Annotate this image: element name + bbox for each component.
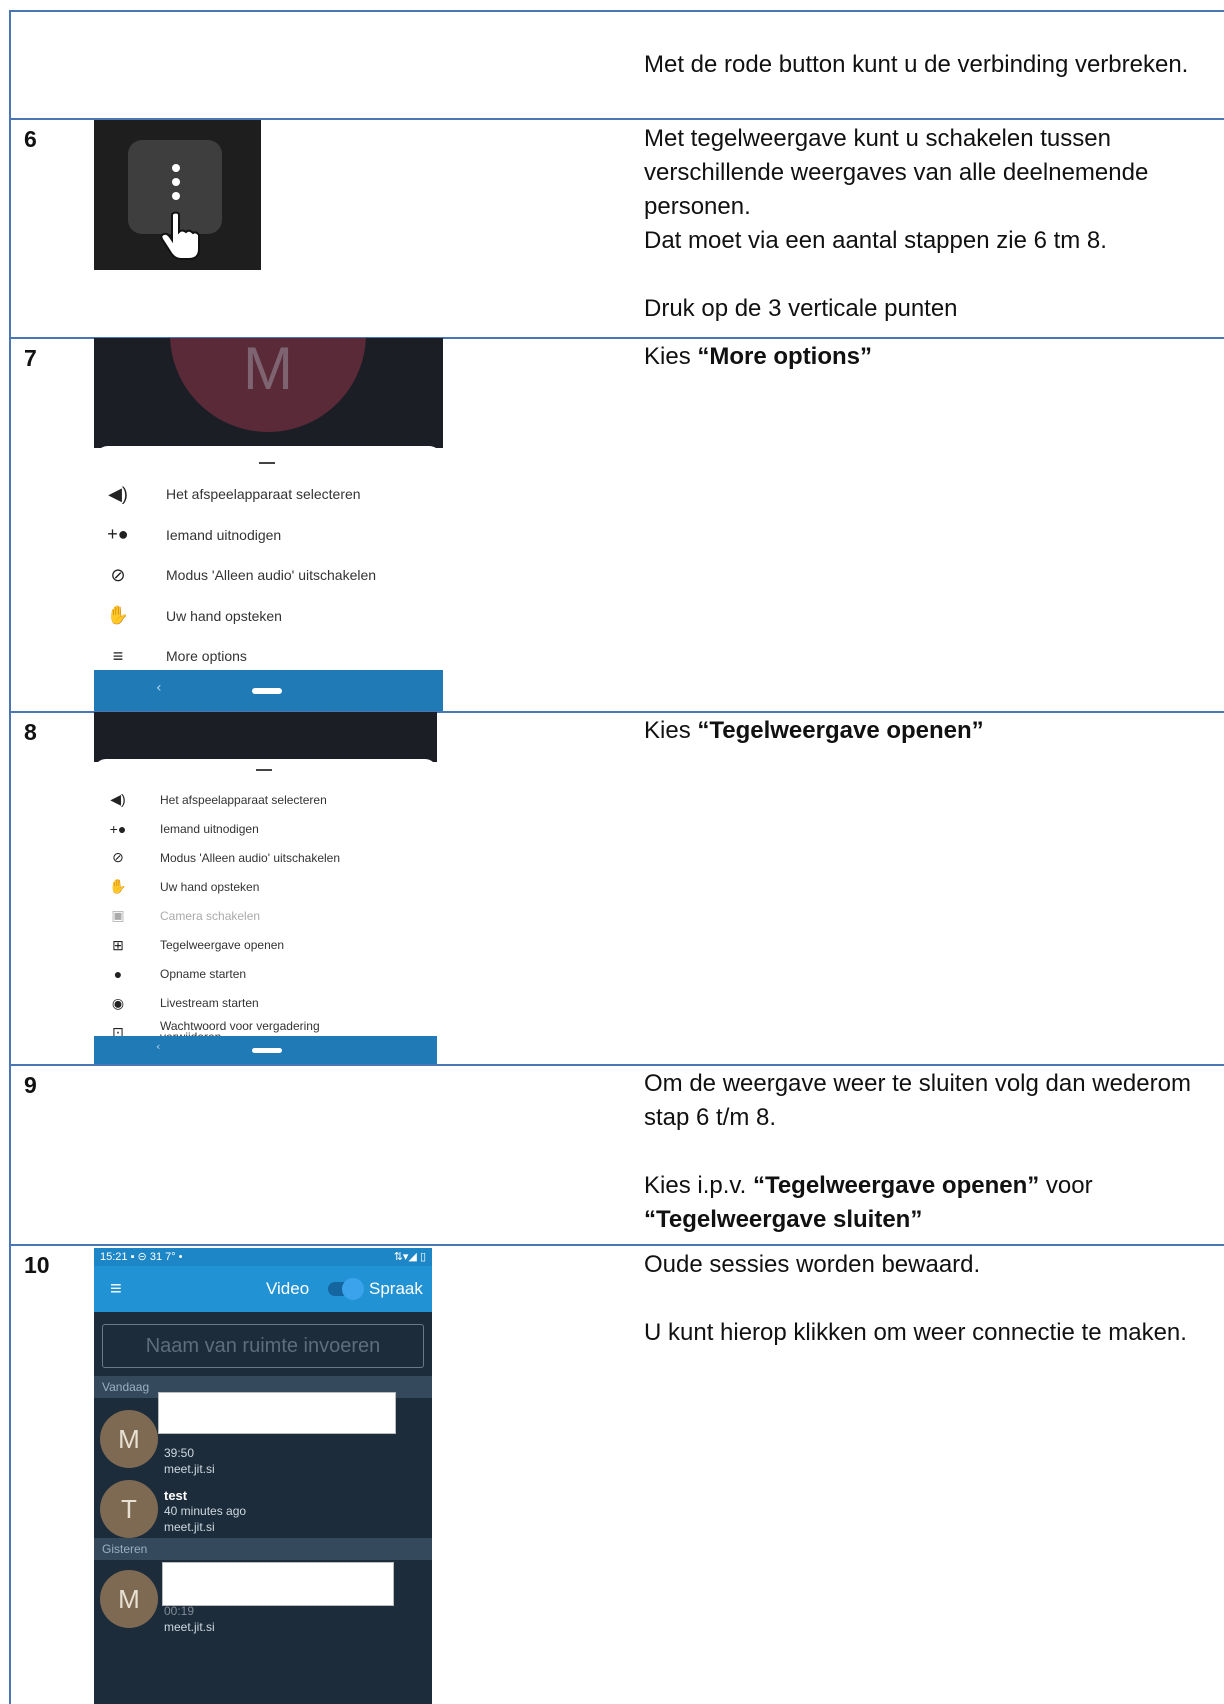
menu-item[interactable]: ◀) Het afspeelapparaat selecteren	[94, 785, 437, 814]
android-nav-bar: ‹	[94, 670, 443, 711]
menu-item[interactable]: ● Opname starten	[94, 960, 437, 989]
video-area	[94, 712, 437, 762]
grid-icon: ⊞	[112, 936, 124, 953]
full-menu-screenshot: ◀) Het afspeelapparaat selecteren +● Ieman…	[94, 712, 437, 1064]
eye-off-icon: ⊘	[112, 849, 124, 866]
session-duration: 00:19	[164, 1604, 195, 1618]
menu-item[interactable]: ◀) Het afspeelapparaat selecteren	[94, 474, 443, 515]
eye-off-icon: ⊘	[110, 564, 126, 585]
section-header-yesterday: Gisteren	[94, 1538, 432, 1560]
session-host: meet.jit.si	[164, 1462, 215, 1476]
redacted-name	[162, 1562, 394, 1606]
menu-item[interactable]: +● Iemand uitnodigen	[94, 814, 437, 843]
avatar[interactable]: T	[100, 1480, 158, 1538]
camera-switch-icon: ▣	[111, 907, 125, 924]
toggle-knob[interactable]	[342, 1278, 364, 1300]
home-pill[interactable]	[252, 688, 282, 694]
dot	[172, 178, 180, 186]
dot	[172, 164, 180, 172]
table-left-border	[9, 10, 11, 1704]
step-number: 8	[24, 719, 37, 745]
bottom-sheet: ◀) Het afspeelapparaat selecteren +● Ieman…	[94, 446, 443, 678]
hamburger-menu-icon[interactable]: ≡	[110, 1278, 122, 1301]
add-person-icon: +●	[107, 524, 129, 545]
redacted-name	[158, 1392, 396, 1434]
speech-label: Spraak	[369, 1279, 423, 1298]
android-nav-bar: ‹	[94, 1036, 437, 1064]
step-number: 7	[24, 345, 37, 371]
avatar[interactable]: M	[100, 1410, 158, 1468]
step-8-text: Kies “Tegelweergave openen”	[644, 717, 984, 744]
back-icon[interactable]: ‹	[156, 680, 162, 696]
session-name[interactable]: test	[164, 1488, 187, 1503]
menu-item: ▣ Camera schakelen	[94, 901, 437, 930]
jitsi-app-screenshot: 15:21 ▪ ⊝ 31 7° • ⇅▾◢ ▯ ≡ Video Spraak N…	[94, 1248, 432, 1704]
session-time: 40 minutes ago	[164, 1504, 247, 1518]
step-9-text: Om de weergave weer te sluiten volg dan …	[644, 1070, 1191, 1233]
step-7-text: Kies “More options”	[644, 343, 873, 370]
row-divider	[9, 1064, 1224, 1066]
session-duration: 39:50	[164, 1446, 195, 1460]
step-number: 10	[24, 1252, 50, 1278]
livestream-icon: ◉	[111, 994, 125, 1011]
table-top-border	[9, 10, 1224, 12]
sheet-handle	[256, 769, 272, 771]
session-host: meet.jit.si	[164, 1520, 215, 1534]
dot	[172, 192, 180, 200]
menu-item[interactable]: ◉ Livestream starten	[94, 989, 437, 1018]
hand-cursor-icon	[160, 211, 200, 260]
three-dots-button-screenshot	[94, 120, 261, 270]
avatar: M	[170, 338, 366, 432]
back-icon[interactable]: ‹	[156, 1040, 160, 1053]
home-pill[interactable]	[252, 1048, 282, 1053]
step-number: 9	[24, 1072, 37, 1098]
menu-item[interactable]: ⊘ Modus 'Alleen audio' uitschakelen	[94, 555, 443, 596]
menu-item[interactable]: ✋ Uw hand opsteken	[94, 872, 437, 901]
menu-item[interactable]: +● Iemand uitnodigen	[94, 515, 443, 556]
menu-item[interactable]: ✋ Uw hand opsteken	[94, 596, 443, 637]
menu-item-tile-view[interactable]: ⊞ Tegelweergave openen	[94, 930, 437, 959]
row-divider	[9, 1244, 1224, 1246]
add-person-icon: +●	[109, 820, 127, 837]
video-area: M	[94, 338, 443, 448]
row-text: Met de rode button kunt u de verbinding …	[644, 51, 1189, 78]
menu-icon: ≡	[112, 645, 124, 666]
options-menu-screenshot: M ◀) Het afspeelapparaat selecteren +● Iem…	[94, 338, 443, 711]
video-label: Video	[266, 1279, 310, 1298]
bottom-sheet: ◀) Het afspeelapparaat selecteren +● Ieman…	[94, 759, 437, 1043]
hand-icon: ✋	[109, 878, 127, 895]
step-10-text: Oude sessies worden bewaard. U kunt hier…	[644, 1251, 1187, 1346]
app-bar: ≡ Video Spraak	[94, 1266, 432, 1312]
sheet-handle	[259, 462, 275, 464]
speaker-icon: ◀)	[108, 483, 128, 504]
step-number: 6	[24, 126, 37, 152]
room-name-input[interactable]: Naam van ruimte invoeren	[102, 1324, 424, 1368]
session-host: meet.jit.si	[164, 1620, 215, 1634]
status-bar: 15:21 ▪ ⊝ 31 7° • ⇅▾◢ ▯	[94, 1248, 432, 1266]
speaker-icon: ◀)	[110, 791, 126, 808]
hand-icon: ✋	[106, 605, 130, 626]
record-icon: ●	[113, 966, 123, 983]
menu-item[interactable]: ⊘ Modus 'Alleen audio' uitschakelen	[94, 843, 437, 872]
step-6-text: Met tegelweergave kunt u schakelen tusse…	[644, 125, 1149, 322]
avatar[interactable]: M	[100, 1570, 158, 1628]
